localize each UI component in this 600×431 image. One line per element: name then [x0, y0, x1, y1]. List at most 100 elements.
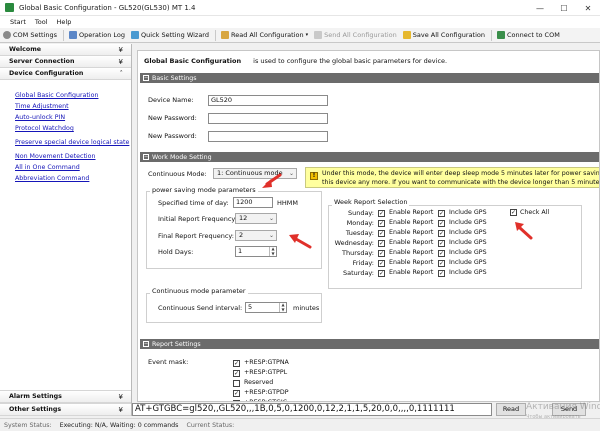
sidebar-welcome-label: Welcome: [9, 46, 42, 53]
sidebar-alarm-settings[interactable]: Alarm Settings ¥: [0, 390, 131, 403]
chevron-down-icon: ¥: [118, 45, 123, 54]
sidebar-item-protocol-watchdog[interactable]: Protocol Watchdog: [15, 123, 131, 134]
sidebar-other-settings[interactable]: Other Settings ¥: [0, 403, 131, 416]
command-input[interactable]: AT+GTGBC=gl520,,GL520,,,1B,0,5,0,1200,0,…: [132, 403, 492, 416]
include-gps-checkbox[interactable]: ✓: [438, 230, 445, 237]
sidebar-welcome[interactable]: Welcome ¥: [0, 44, 131, 56]
read-all-label: Read All Configuration: [231, 31, 304, 39]
window-controls: — ☐ ✕: [528, 0, 600, 16]
power-saving-title: power saving mode parameters: [150, 186, 258, 194]
operation-log-button[interactable]: Operation Log: [69, 31, 125, 39]
work-mode-header[interactable]: − Work Mode Setting: [140, 152, 599, 162]
minimize-button[interactable]: —: [528, 0, 552, 16]
sidebar-device-configuration-label: Device Configuration: [9, 70, 84, 77]
collapse-icon[interactable]: −: [143, 341, 149, 347]
mode-select[interactable]: 1: Continuous mode ⌄: [213, 168, 297, 179]
include-gps-checkbox[interactable]: ✓: [438, 240, 445, 247]
sidebar-item-all-in-one[interactable]: All in One Command: [15, 162, 131, 173]
event-mask-checkbox[interactable]: [233, 380, 240, 387]
menu-help[interactable]: Help: [57, 18, 72, 26]
enable-report-label: Enable Report: [389, 259, 434, 266]
quick-wizard-button[interactable]: Quick Setting Wizard: [131, 31, 209, 39]
hold-days-input[interactable]: 1 ▲ ▼: [235, 246, 277, 257]
sidebar-item-non-movement[interactable]: Non Movement Detection: [15, 151, 131, 162]
toolbar-separator: [215, 29, 216, 41]
sidebar-item-preserve-state[interactable]: Preserve special device logical state: [15, 137, 131, 148]
send-all-button[interactable]: Send All Configuration: [314, 31, 397, 39]
sidebar-device-configuration[interactable]: Device Configuration ˆ: [0, 68, 131, 80]
spinner-icon[interactable]: ▲ ▼: [269, 246, 276, 256]
enable-report-checkbox[interactable]: ✓: [378, 210, 385, 217]
hold-days-label: Hold Days:: [158, 248, 194, 256]
include-gps-checkbox[interactable]: ✓: [438, 210, 445, 217]
page-header: Global Basic Configuration is used to co…: [144, 57, 447, 65]
enable-report-checkbox[interactable]: ✓: [378, 270, 385, 277]
include-gps-checkbox[interactable]: ✓: [438, 260, 445, 267]
toolbar-separator: [63, 29, 64, 41]
send-icon: [314, 31, 323, 39]
title-bar: Global Basic Configuration - GL520(GL530…: [0, 0, 600, 16]
week-report-title: Week Report Selection: [332, 198, 410, 206]
specified-time-input[interactable]: 1200: [233, 197, 273, 208]
report-settings-header[interactable]: − Report Settings: [140, 339, 599, 349]
maximize-button[interactable]: ☐: [552, 0, 576, 16]
enable-report-checkbox[interactable]: ✓: [378, 260, 385, 267]
spinner-icon[interactable]: ▲ ▼: [279, 302, 286, 312]
enable-report-checkbox[interactable]: ✓: [378, 250, 385, 257]
menu-tool[interactable]: Tool: [35, 18, 48, 26]
sidebar-server-connection[interactable]: Server Connection ¥: [0, 56, 131, 68]
week-day-label: Friday:: [352, 259, 374, 267]
close-button[interactable]: ✕: [576, 0, 600, 16]
event-mask-checkbox[interactable]: ✓: [233, 360, 240, 367]
sidebar-item-abbreviation[interactable]: Abbreviation Command: [15, 173, 131, 184]
include-gps-checkbox[interactable]: ✓: [438, 250, 445, 257]
final-frequency-select[interactable]: 2 ⌄: [235, 230, 277, 241]
save-all-button[interactable]: Save All Configuration: [402, 31, 485, 39]
sidebar-item-auto-unlock-pin[interactable]: Auto-unlock PIN: [15, 112, 131, 123]
enable-report-checkbox[interactable]: ✓: [378, 230, 385, 237]
basic-settings-header[interactable]: − Basic Settings: [140, 73, 599, 83]
com-settings-button[interactable]: COM Settings: [3, 31, 57, 39]
collapse-icon[interactable]: −: [143, 75, 149, 81]
new-password-input[interactable]: [208, 113, 328, 124]
send-interval-label: Continuous Send interval:: [158, 304, 243, 312]
week-day-label: Saturday:: [342, 269, 374, 277]
include-gps-checkbox[interactable]: ✓: [438, 220, 445, 227]
check-all-checkbox[interactable]: ✓: [510, 209, 517, 216]
report-settings-title: Report Settings: [152, 340, 201, 348]
connect-button[interactable]: Connect to COM: [497, 31, 560, 39]
menu-start[interactable]: Start: [10, 18, 26, 26]
mode-label: Continuous Mode:: [148, 170, 207, 178]
sidebar-item-time-adjustment[interactable]: Time Adjustment: [15, 101, 131, 112]
include-gps-checkbox[interactable]: ✓: [438, 270, 445, 277]
event-mask-checkbox[interactable]: ✓: [233, 370, 240, 377]
chevron-up-icon: ˆ: [119, 69, 124, 78]
send-interval-input[interactable]: 5 ▲ ▼: [245, 302, 287, 313]
enable-report-label: Enable Report: [389, 229, 434, 236]
continuous-title: Continuous mode parameter: [150, 287, 248, 295]
device-name-input[interactable]: GL520: [208, 95, 328, 106]
collapse-icon[interactable]: −: [143, 154, 149, 160]
read-button[interactable]: Read: [496, 403, 526, 416]
sidebar-item-global-basic[interactable]: Global Basic Configuration: [15, 90, 131, 101]
specified-time-unit: HHMM: [277, 199, 298, 207]
current-status-label: Current Status:: [186, 421, 235, 429]
initial-frequency-select[interactable]: 12 ⌄: [235, 213, 277, 224]
week-day-label: Sunday:: [347, 209, 374, 217]
confirm-password-input[interactable]: [208, 131, 328, 142]
enable-report-checkbox[interactable]: ✓: [378, 220, 385, 227]
final-frequency-value: 2: [239, 231, 244, 239]
include-gps-label: Include GPS: [449, 209, 487, 216]
enable-report-label: Enable Report: [389, 269, 434, 276]
chevron-down-icon[interactable]: ▾: [306, 32, 309, 38]
com-settings-label: COM Settings: [13, 31, 57, 39]
save-icon: [402, 31, 411, 39]
enable-report-label: Enable Report: [389, 219, 434, 226]
enable-report-checkbox[interactable]: ✓: [378, 240, 385, 247]
menu-bar: Start Tool Help: [0, 16, 600, 28]
initial-frequency-label: Initial Report Frequency:: [158, 215, 237, 223]
enable-report-label: Enable Report: [389, 249, 434, 256]
event-mask-checkbox[interactable]: ✓: [233, 390, 240, 397]
specified-time-label: Specified time of day:: [158, 199, 229, 207]
read-all-button[interactable]: Read All Configuration ▾: [221, 31, 308, 39]
